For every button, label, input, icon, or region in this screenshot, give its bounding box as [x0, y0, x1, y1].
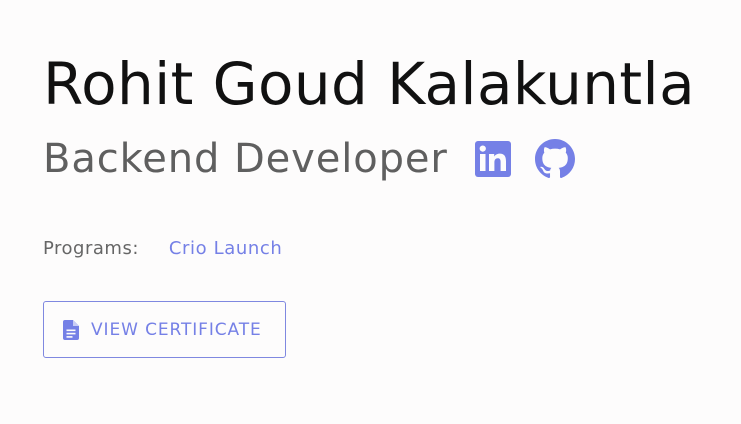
program-link-crio-launch[interactable]: Crio Launch	[169, 238, 282, 259]
view-certificate-button[interactable]: VIEW CERTIFICATE	[43, 301, 286, 358]
profile-name: Rohit Goud Kalakuntla	[43, 50, 696, 118]
linkedin-icon	[474, 141, 511, 177]
programs-label: Programs:	[43, 237, 139, 259]
document-icon	[63, 319, 79, 340]
programs-row: Programs: Crio Launch	[43, 234, 282, 262]
role-row: Backend Developer	[43, 130, 575, 188]
view-certificate-label: VIEW CERTIFICATE	[91, 319, 262, 340]
linkedin-link[interactable]	[474, 141, 511, 177]
github-icon	[534, 139, 575, 179]
profile-card: Rohit Goud Kalakuntla Backend Developer	[0, 0, 741, 424]
github-link[interactable]	[534, 139, 575, 179]
profile-role: Backend Developer	[43, 136, 448, 182]
